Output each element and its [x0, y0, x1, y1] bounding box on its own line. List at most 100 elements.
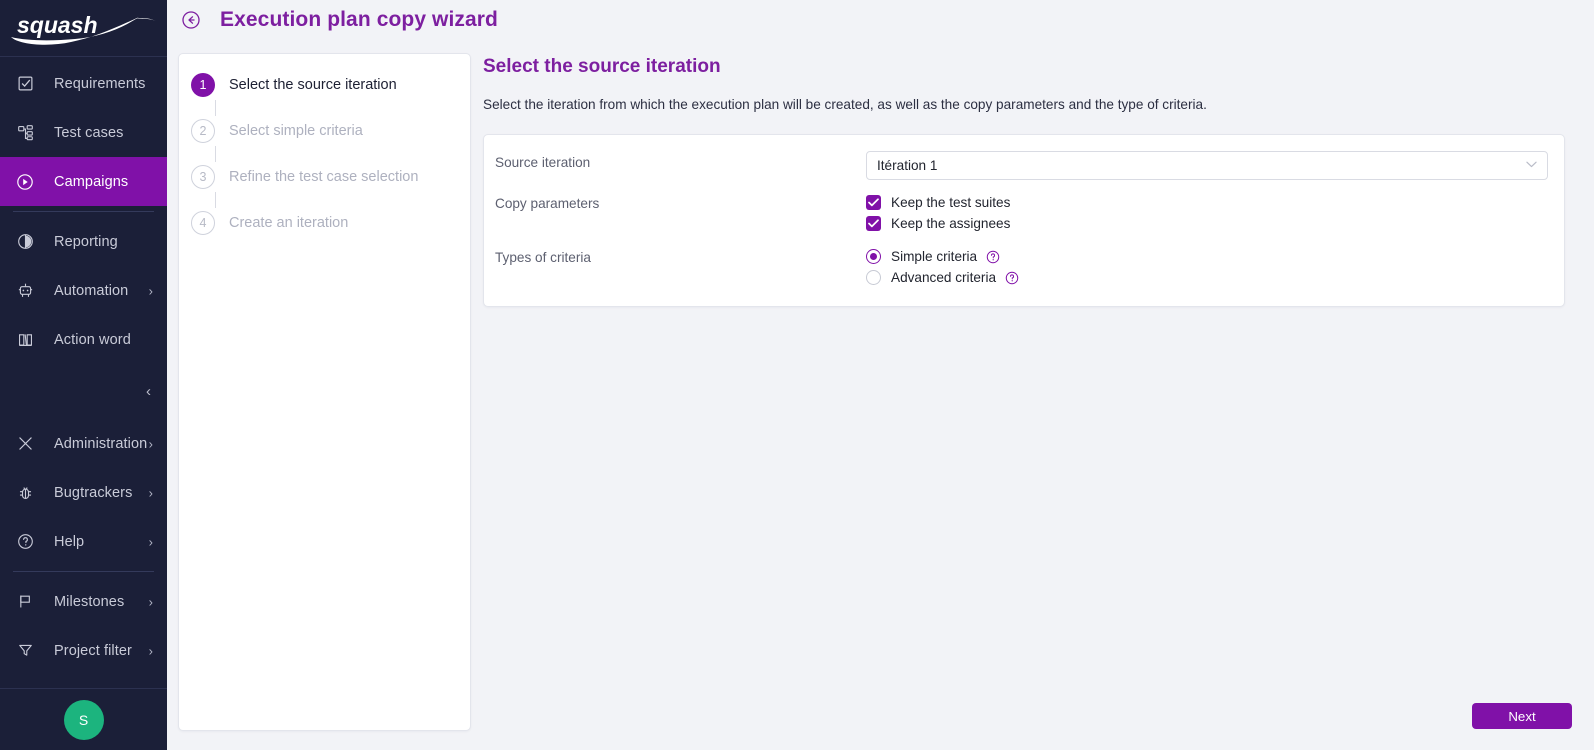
source-iteration-value: Itération 1 [877, 158, 938, 173]
sidebar-item-label: Requirements [54, 75, 146, 92]
page-body: 1 Select the source iteration 2 Select s… [167, 40, 1594, 731]
sidebar-item-label: Help [54, 533, 85, 550]
main-area: Execution plan copy wizard 1 Select the … [167, 0, 1594, 750]
pie-chart-icon [13, 230, 37, 254]
content-subtitle: Select the iteration from which the exec… [483, 97, 1207, 112]
sidebar-item-administration[interactable]: Administration › [0, 419, 167, 468]
chevron-right-icon: › [148, 436, 153, 451]
sidebar-item-label: Reporting [54, 233, 118, 250]
sidebar-item-label: Campaigns [54, 173, 129, 190]
step-number: 1 [191, 73, 215, 97]
tools-icon [13, 432, 37, 456]
source-iteration-row: Source iteration Itération 1 [495, 151, 1548, 180]
step-label: Refine the test case selection [229, 169, 419, 185]
sidebar-item-label: Action word [54, 331, 131, 348]
help-circle-icon[interactable] [986, 250, 1000, 264]
copy-parameters-label: Copy parameters [495, 196, 600, 211]
sidebar: squash Requirements Test cases Campaigns… [0, 0, 167, 750]
chevron-right-icon: › [148, 643, 153, 658]
step-number: 3 [191, 165, 215, 189]
checkbox-keep-assignees[interactable] [866, 216, 881, 231]
test-case-tree-icon [13, 121, 37, 145]
wizard-step-2[interactable]: 2 Select simple criteria [179, 116, 470, 146]
help-circle-icon[interactable] [1005, 271, 1019, 285]
sidebar-item-label: Milestones [54, 593, 125, 610]
wizard-content: Select the source iteration Select the i… [471, 53, 1594, 731]
radio-advanced-criteria[interactable] [866, 270, 881, 285]
avatar[interactable]: S [63, 699, 104, 740]
sidebar-item-label: Project filter [54, 642, 132, 659]
sidebar-item-action-word[interactable]: Action word [0, 315, 167, 364]
sidebar-item-milestones[interactable]: Milestones › [0, 577, 167, 626]
step-connector [215, 146, 216, 162]
sidebar-item-bugtrackers[interactable]: Bugtrackers › [0, 468, 167, 517]
sidebar-item-requirements[interactable]: Requirements [0, 59, 167, 108]
types-of-criteria-label: Types of criteria [495, 250, 591, 265]
source-iteration-label: Source iteration [495, 155, 591, 170]
radio-label: Advanced criteria [891, 270, 997, 285]
chevron-right-icon: › [148, 283, 153, 298]
checkbox-label: Keep the test suites [891, 195, 1011, 210]
radio-dot [870, 253, 877, 260]
arrow-left-circle-icon[interactable] [180, 9, 202, 31]
content-title: Select the source iteration [483, 56, 721, 77]
step-number: 2 [191, 119, 215, 143]
question-circle-icon [13, 530, 37, 554]
svg-text:squash: squash [17, 12, 98, 38]
app-logo[interactable]: squash [0, 0, 167, 57]
chevron-right-icon: › [148, 594, 153, 609]
checklist-icon [13, 72, 37, 96]
sidebar-item-reporting[interactable]: Reporting [0, 217, 167, 266]
step-connector [215, 192, 216, 208]
app-root: squash Requirements Test cases Campaigns… [0, 0, 1594, 750]
bug-icon [13, 481, 37, 505]
play-circle-icon [13, 170, 37, 194]
types-of-criteria-field: Simple criteria Advanced criteria [866, 246, 1548, 288]
wizard-step-4[interactable]: 4 Create an iteration [179, 208, 470, 238]
wizard-steps-panel: 1 Select the source iteration 2 Select s… [178, 53, 471, 731]
robot-icon [13, 279, 37, 303]
sidebar-item-project-filter[interactable]: Project filter › [0, 626, 167, 675]
step-number: 4 [191, 211, 215, 235]
radio-simple-criteria-row[interactable]: Simple criteria [866, 246, 1548, 267]
sidebar-divider [13, 571, 154, 572]
page-title: Execution plan copy wizard [220, 8, 498, 31]
chevron-down-icon [1526, 160, 1537, 171]
sidebar-item-test-cases[interactable]: Test cases [0, 108, 167, 157]
chevron-right-icon: › [148, 534, 153, 549]
sidebar-collapse-row: ‹ [0, 364, 167, 419]
sidebar-nav: Requirements Test cases Campaigns Report… [0, 57, 167, 675]
radio-advanced-criteria-row[interactable]: Advanced criteria [866, 267, 1548, 288]
source-iteration-select[interactable]: Itération 1 [866, 151, 1548, 180]
step-label: Select the source iteration [229, 77, 397, 93]
wizard-step-3[interactable]: 3 Refine the test case selection [179, 162, 470, 192]
sidebar-item-label: Bugtrackers [54, 484, 133, 501]
source-iteration-field: Itération 1 [866, 151, 1548, 180]
flag-icon [13, 590, 37, 614]
step-label: Create an iteration [229, 215, 349, 231]
checkbox-label: Keep the assignees [891, 216, 1011, 231]
sidebar-item-label: Administration [54, 435, 148, 452]
sidebar-item-campaigns[interactable]: Campaigns [0, 157, 167, 206]
checkbox-keep-assignees-row[interactable]: Keep the assignees [866, 213, 1548, 234]
funnel-icon [13, 639, 37, 663]
sidebar-item-automation[interactable]: Automation › [0, 266, 167, 315]
wizard-footer: Next [1472, 703, 1572, 729]
form-card: Source iteration Itération 1 Copy parame… [483, 134, 1565, 307]
radio-simple-criteria[interactable] [866, 249, 881, 264]
step-connector [215, 100, 216, 116]
copy-parameters-field: Keep the test suites Keep the assignees [866, 192, 1548, 234]
squash-logo-icon: squash [10, 12, 156, 45]
checkbox-keep-test-suites[interactable] [866, 195, 881, 210]
checkbox-keep-test-suites-row[interactable]: Keep the test suites [866, 192, 1548, 213]
sidebar-item-label: Automation [54, 282, 129, 299]
copy-parameters-row: Copy parameters Keep the test suites Kee… [495, 192, 1548, 234]
sidebar-item-label: Test cases [54, 124, 124, 141]
book-icon [13, 328, 37, 352]
user-avatar-zone: S [0, 688, 167, 750]
next-button[interactable]: Next [1472, 703, 1572, 729]
chevron-left-icon[interactable]: ‹ [146, 384, 151, 399]
wizard-step-1[interactable]: 1 Select the source iteration [179, 70, 470, 100]
sidebar-item-help[interactable]: Help › [0, 517, 167, 566]
